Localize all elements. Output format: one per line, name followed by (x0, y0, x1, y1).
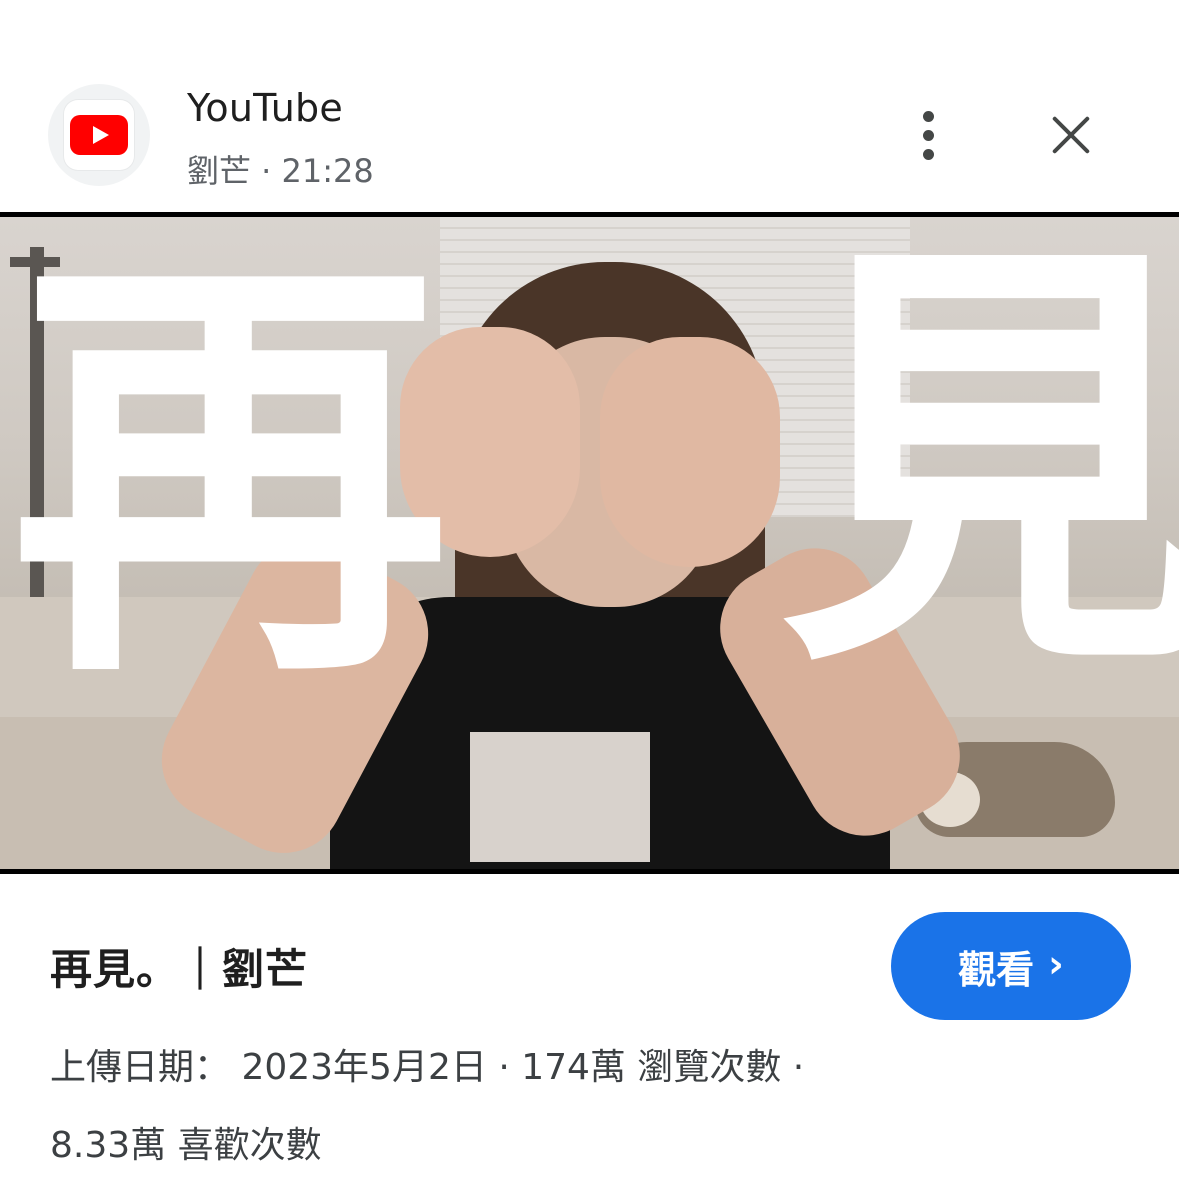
video-thumbnail[interactable]: 再 見 (0, 212, 1179, 874)
right-hand (600, 337, 780, 567)
app-icon (48, 84, 150, 186)
more-vert-icon (922, 110, 934, 122)
channel-time: 劉芒 · 21:28 (187, 152, 374, 190)
close-icon[interactable] (1040, 104, 1102, 166)
watch-button-label: 觀看 (958, 947, 1035, 992)
youtube-logo-icon (70, 115, 128, 155)
upload-views-meta: 上傳日期： 2023年5月2日 · 174萬 瀏覽次數 · (50, 1047, 805, 1088)
app-name: YouTube (187, 86, 343, 130)
overlay-text-char-2: 見 (780, 217, 1179, 720)
likes-meta: 8.33萬 喜歡次數 (50, 1125, 322, 1166)
watch-button[interactable]: 觀看 › (891, 912, 1131, 1020)
chevron-right-icon: › (1048, 942, 1064, 986)
video-title: 再見。｜劉芒 (50, 945, 309, 994)
video-preview-card: YouTube 劉芒 · 21:28 再 見 再見。｜劉芒 觀看 › 上傳日期：… (0, 0, 1179, 1179)
more-options-button[interactable] (900, 100, 956, 170)
overlay-text-char-1: 再 (10, 217, 450, 730)
